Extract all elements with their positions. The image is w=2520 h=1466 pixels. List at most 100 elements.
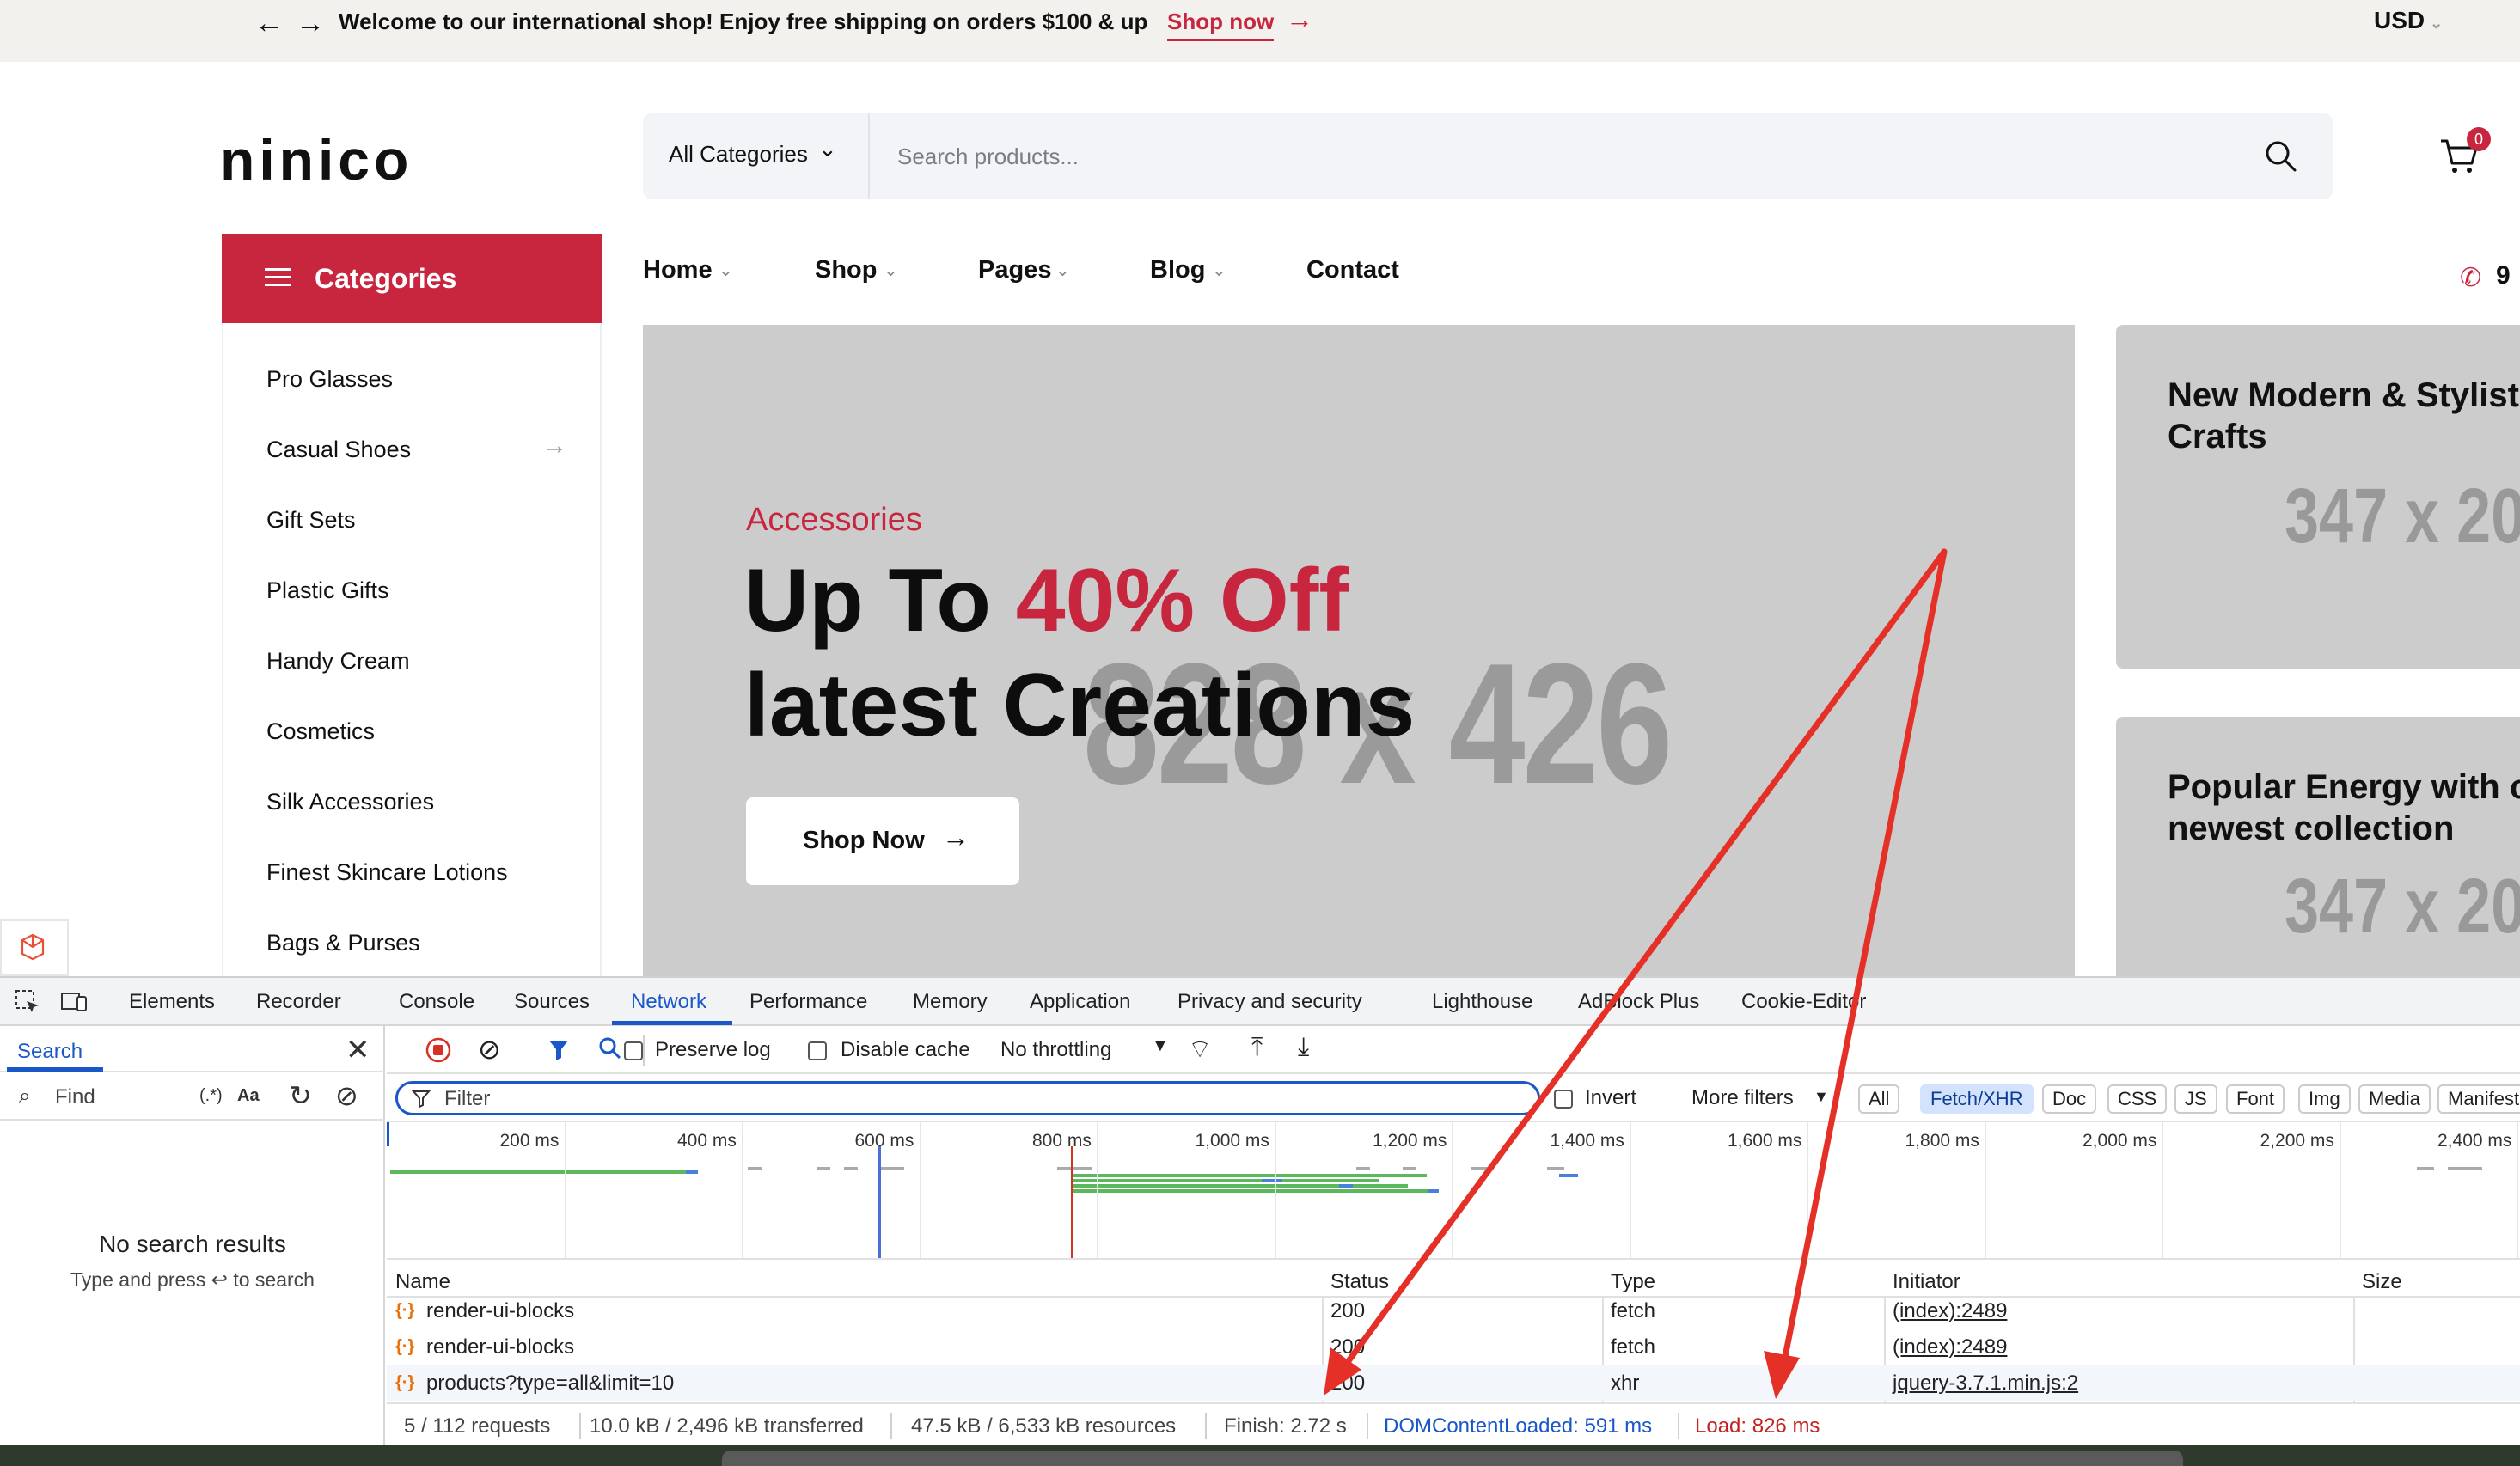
active-tab-indicator [7,1067,103,1072]
column-header-size[interactable]: Size [2362,1270,2402,1294]
tab-network[interactable]: Network [631,990,706,1014]
type-filter-media[interactable]: Media [2358,1084,2431,1114]
site-logo[interactable]: ninico [220,127,413,192]
network-conditions-icon[interactable]: ⌔ [1188,1033,1212,1066]
request-type: fetch [1611,1299,1656,1322]
xhr-request-icon: {·} [395,1373,415,1392]
request-initiator[interactable]: (index):2489 [1893,1335,2007,1359]
column-header-name[interactable]: Name [395,1270,450,1294]
phone-number[interactable]: 9 [2496,261,2511,290]
nav-home[interactable]: Home [643,256,713,284]
hero-shop-now-button[interactable]: Shop Now → [746,797,1019,885]
categories-toggle[interactable]: Categories [222,234,602,323]
tab-lighthouse[interactable]: Lighthouse [1432,990,1532,1014]
category-item[interactable]: Pro Glasses [266,366,393,393]
categories-title: Categories [315,263,457,294]
category-item[interactable]: Plastic Gifts [266,577,389,604]
type-filter-css[interactable]: CSS [2107,1084,2168,1114]
filter-field[interactable] [395,1081,1540,1115]
next-arrow-icon[interactable]: → [296,7,325,40]
throttling-select[interactable]: No throttling [1000,1038,1111,1062]
network-summary-bar: 5 / 112 requests 10.0 kB / 2,496 kB tran… [387,1402,2520,1445]
search-pane-header: Search ✕ [0,1026,385,1072]
request-initiator[interactable]: jquery-3.7.1.min.js:2 [1893,1371,2078,1396]
close-icon[interactable]: ✕ [346,1033,370,1067]
table-row[interactable]: {·} render-ui-blocks 200 fetch (index):2… [387,1292,2520,1329]
type-filter-all[interactable]: All [1858,1084,1900,1114]
match-case-toggle[interactable]: Aa [237,1086,260,1106]
chevron-down-icon[interactable]: ⌄ [818,136,837,162]
debugbar-toggle[interactable] [0,919,69,976]
announcement-bar: ← → Welcome to our international shop! E… [0,0,2520,62]
nav-shop[interactable]: Shop [815,256,878,284]
export-har-icon[interactable]: ⤓ [1298,1033,1309,1062]
type-filter-img[interactable]: Img [2298,1084,2351,1114]
filter-icon[interactable] [547,1036,574,1064]
category-item[interactable]: Bags & Purses [266,930,420,956]
refresh-icon[interactable]: ↻ [289,1079,312,1112]
category-item[interactable]: Handy Cream [266,648,410,675]
clear-icon[interactable]: ⊘ [478,1033,501,1066]
column-header-initiator[interactable]: Initiator [1893,1270,1960,1294]
record-stop-icon[interactable] [425,1036,452,1064]
invert-checkbox[interactable] [1554,1090,1573,1109]
divider [1678,1413,1679,1439]
tab-elements[interactable]: Elements [129,990,215,1014]
more-filters-button[interactable]: More filters [1691,1086,1794,1110]
type-filter-fetch-xhr[interactable]: Fetch/XHR [1920,1084,2034,1114]
table-row[interactable]: {·} render-ui-blocks 200 fetch (index):2… [387,1329,2520,1365]
type-filter-manifest[interactable]: Manifest [2437,1084,2520,1114]
image-placeholder-label: 347 x 203 [2285,473,2520,559]
type-filter-font[interactable]: Font [2226,1084,2285,1114]
clear-icon[interactable]: ⊘ [335,1079,358,1112]
type-filter-doc[interactable]: Doc [2042,1084,2097,1114]
regex-toggle[interactable]: (.*) [199,1086,223,1106]
category-item[interactable]: Silk Accessories [266,789,434,815]
category-item[interactable]: Cosmetics [266,718,375,745]
category-item[interactable]: Gift Sets [266,507,356,534]
search-icon[interactable] [596,1035,624,1062]
nav-pages[interactable]: Pages [978,256,1051,284]
tab-performance[interactable]: Performance [749,990,867,1014]
filter-input[interactable] [444,1087,1476,1111]
tab-recorder[interactable]: Recorder [256,990,341,1014]
column-header-type[interactable]: Type [1611,1270,1655,1294]
search-pane-title[interactable]: Search [17,1040,83,1064]
category-item[interactable]: Casual Shoes [266,437,411,463]
nav-contact[interactable]: Contact [1306,256,1399,284]
device-toolbar-icon[interactable] [58,986,89,1017]
tab-sources[interactable]: Sources [514,990,590,1014]
nav-blog[interactable]: Blog [1150,256,1205,284]
tab-privacy-security[interactable]: Privacy and security [1177,990,1362,1014]
inspect-element-icon[interactable] [12,986,43,1017]
tab-memory[interactable]: Memory [913,990,988,1014]
currency-select[interactable]: USD ⌄ [2374,7,2443,34]
disable-cache-checkbox[interactable] [808,1041,827,1060]
request-name: products?type=all&limit=10 [426,1371,675,1395]
network-timeline-overview[interactable]: 200 ms 400 ms 600 ms 800 ms 1,000 ms 1,200 ms… [387,1122,2520,1260]
tab-cookie-editor[interactable]: Cookie-Editor [1741,990,1866,1014]
column-header-status[interactable]: Status [1330,1270,1389,1294]
search-input[interactable] [897,139,2015,174]
prev-arrow-icon[interactable]: ← [254,7,284,40]
shop-now-link[interactable]: Shop now [1167,9,1275,41]
side-banner[interactable]: New Modern & Stylist Crafts 347 x 203 [2116,325,2520,669]
category-item[interactable]: Finest Skincare Lotions [266,859,508,886]
preserve-log-checkbox[interactable] [624,1041,643,1060]
find-input[interactable] [55,1084,193,1110]
tab-console[interactable]: Console [399,990,474,1014]
table-row[interactable]: {·} products?type=all&limit=10 200 xhr j… [387,1365,2520,1401]
type-filter-js[interactable]: JS [2174,1084,2217,1114]
finish-time: Finish: 2.72 s [1224,1414,1347,1438]
tab-adblock-plus[interactable]: AdBlock Plus [1578,990,1699,1014]
side-banner[interactable]: Popular Energy with our newest collectio… [2116,717,2520,992]
search-icon[interactable] [2262,137,2300,175]
import-har-icon[interactable]: ⤒ [1251,1033,1263,1062]
dropdown-arrow-icon[interactable]: ▼ [1152,1036,1169,1056]
timeline-tick-label: 800 ms [1032,1131,1092,1151]
dropdown-arrow-icon[interactable]: ▼ [1814,1088,1829,1106]
divider [868,113,870,199]
tab-application[interactable]: Application [1030,990,1130,1014]
request-initiator[interactable]: (index):2489 [1893,1299,2007,1323]
category-select[interactable]: All Categories [669,141,808,168]
